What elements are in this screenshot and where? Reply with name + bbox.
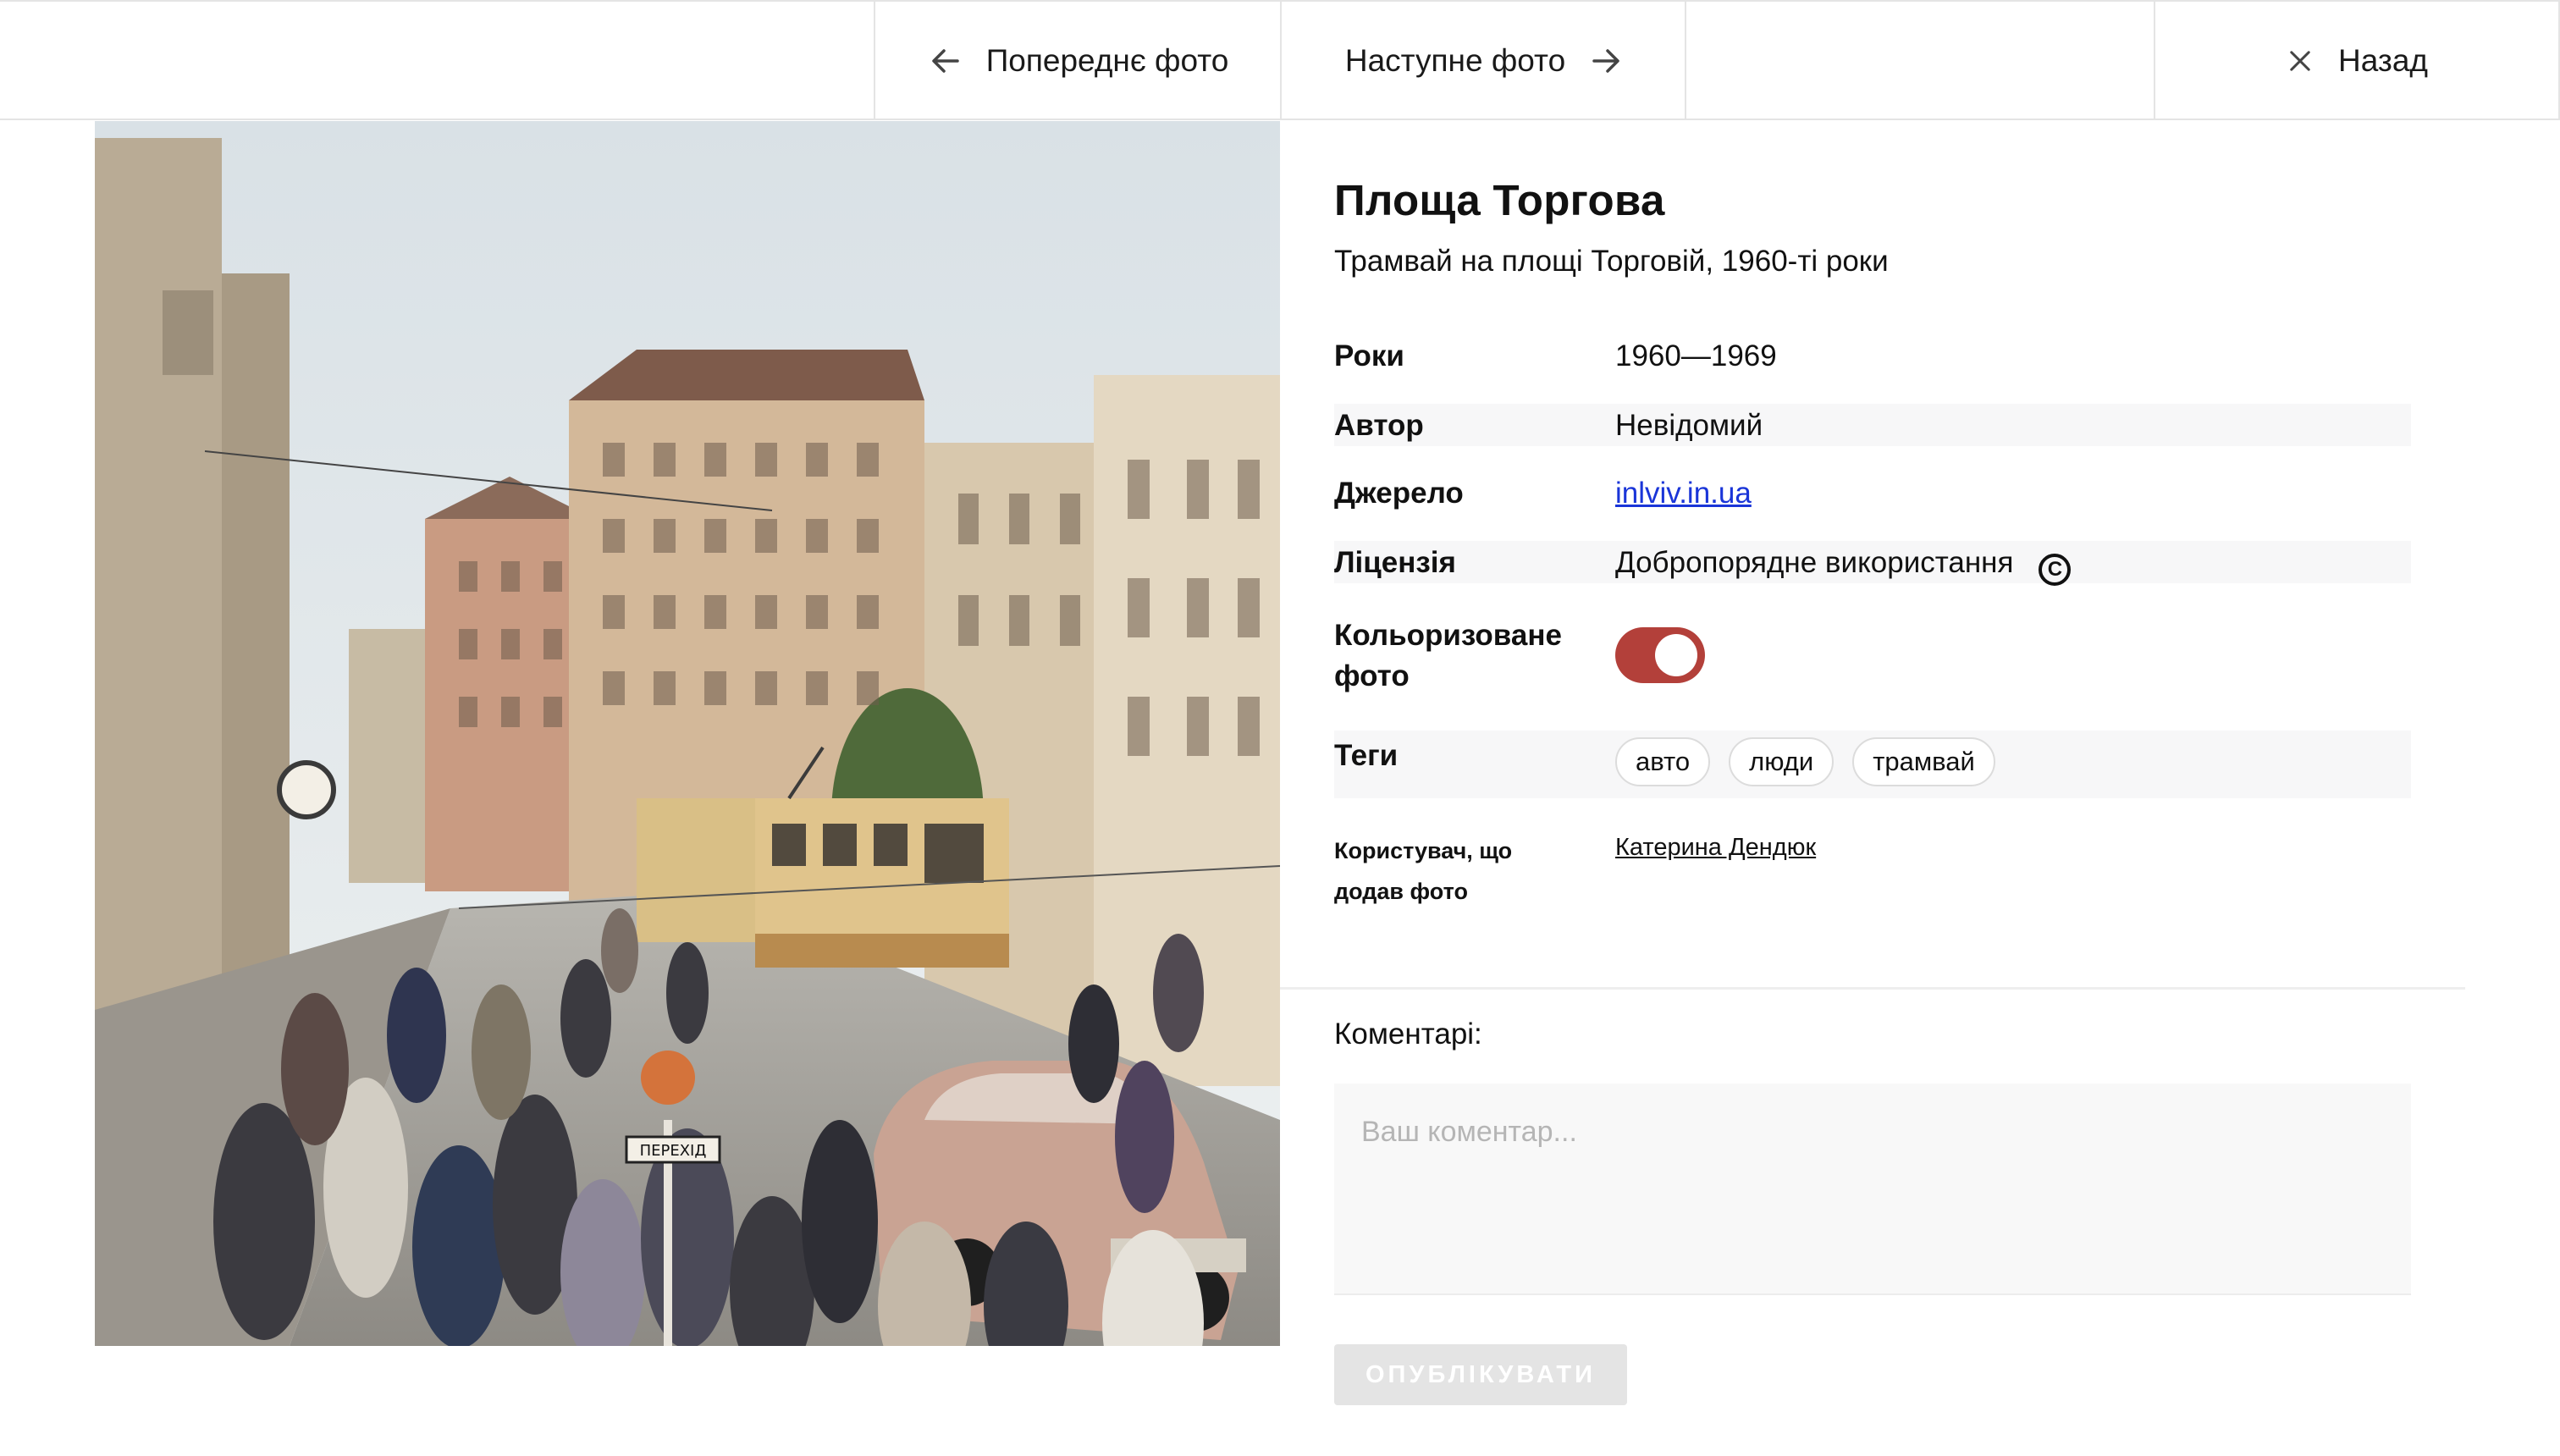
section-divider: [1280, 987, 2465, 990]
previous-photo-button[interactable]: Попереднє фото: [874, 2, 1282, 120]
photo-title: Площа Торгова: [1334, 176, 1665, 224]
added-by-label-line2: додав фото: [1334, 879, 1468, 904]
comments-label: Коментарі:: [1334, 1018, 1482, 1051]
added-by-label: Користувач, що додав фото: [1334, 830, 1512, 912]
author-label: Автор: [1334, 409, 1424, 442]
copyright-icon: C: [2039, 554, 2072, 586]
arrow-right-icon: [1592, 49, 1619, 73]
back-button[interactable]: Назад: [2154, 2, 2560, 120]
arrow-left-icon: [931, 49, 959, 73]
license-value: Добропорядне використання C: [1615, 546, 2072, 586]
license-text: Добропорядне використання: [1615, 546, 2014, 579]
colorized-photo[interactable]: ПЕРЕХІД: [95, 121, 1280, 1346]
tags-list: авто люди трамвай: [1615, 737, 2014, 786]
license-label: Ліцензія: [1334, 546, 1456, 579]
colorized-label-line1: Кольоризоване: [1334, 619, 1562, 652]
crossing-sign-text: ПЕРЕХІД: [640, 1142, 707, 1160]
publish-button[interactable]: ОПУБЛІКУВАТИ: [1334, 1344, 1627, 1405]
close-icon: [2290, 51, 2310, 71]
colorized-toggle[interactable]: [1615, 627, 1705, 683]
tag-chip[interactable]: авто: [1615, 737, 1711, 786]
added-by-label-line1: Користувач, що: [1334, 838, 1513, 863]
back-label: Назад: [2337, 43, 2428, 78]
toggle-knob: [1655, 634, 1697, 676]
added-by-user-link[interactable]: Катерина Дендюк: [1615, 834, 1816, 862]
street-scene-image: ПЕРЕХІД: [95, 121, 1280, 1346]
photo-subtitle: Трамвай на площі Торговій, 1960-ті роки: [1334, 245, 1889, 278]
top-nav: Попереднє фото Наступне фото Назад: [0, 0, 2560, 120]
years-label: Роки: [1334, 339, 1404, 372]
tags-label: Теги: [1334, 739, 1399, 772]
years-value: 1960—1969: [1615, 339, 1777, 372]
author-row: Автор Невідомий: [1334, 404, 2411, 446]
source-row: Джерело inlviv.in.ua: [1334, 468, 2411, 516]
previous-photo-label: Попереднє фото: [985, 43, 1229, 78]
nav-spacer: [1685, 2, 2155, 120]
colorized-label-line2: фото: [1334, 659, 1410, 692]
license-row: Ліцензія Добропорядне використання C: [1334, 541, 2411, 586]
source-value: inlviv.in.ua: [1615, 477, 1752, 510]
tag-chip[interactable]: трамвай: [1852, 737, 1995, 786]
next-photo-button[interactable]: Наступне фото: [1280, 2, 1686, 120]
author-value: Невідомий: [1615, 409, 1763, 442]
next-photo-label: Наступне фото: [1344, 43, 1566, 78]
years-row: Роки 1960—1969: [1334, 333, 2411, 380]
tag-chip[interactable]: люди: [1729, 737, 1834, 786]
comment-input[interactable]: [1334, 1084, 2411, 1295]
source-link[interactable]: inlviv.in.ua: [1615, 477, 1752, 510]
colorized-label: Кольоризоване фото: [1334, 615, 1562, 697]
source-label: Джерело: [1334, 477, 1464, 510]
